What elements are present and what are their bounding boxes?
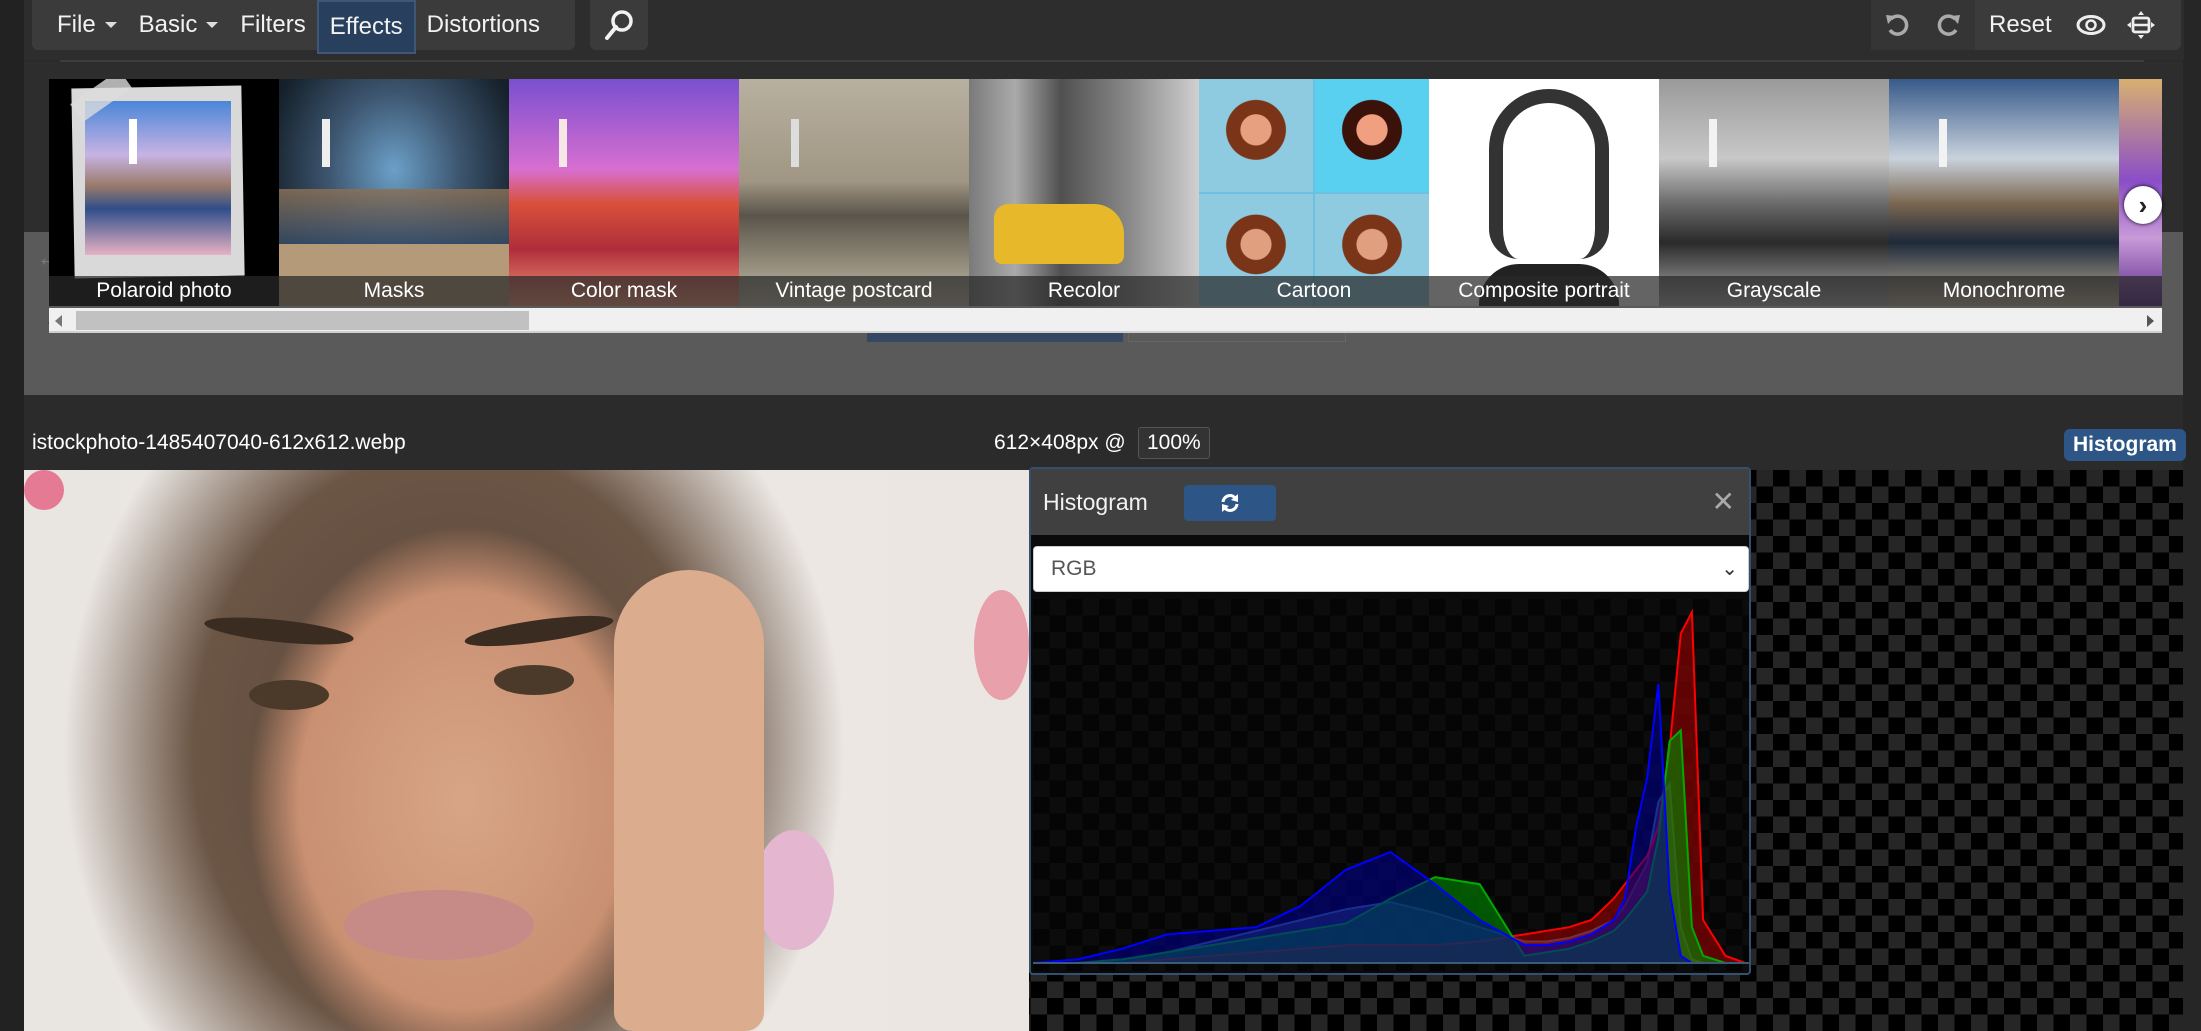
scrollbar-thumb[interactable] [76,311,529,330]
effect-label: Color mask [509,276,739,306]
effect-label: Vintage postcard [739,276,969,306]
undo-button[interactable] [1871,0,1923,50]
image-canvas[interactable]: Histogram ✕ RGB ⌄ [24,467,2183,1031]
effect-vintage-postcard[interactable]: Vintage postcard [739,79,969,306]
file-name: istockphoto-1485407040-612x612.webp [32,431,406,454]
caret-down-icon [104,22,117,28]
photo-feature [203,612,355,650]
histogram-header: Histogram ✕ [1031,469,1749,535]
close-icon[interactable]: ✕ [1712,485,1735,518]
effect-label: Masks [279,276,509,306]
search-button[interactable] [590,0,648,50]
image-info-bar: istockphoto-1485407040-612x612.webp 612×… [24,395,2186,470]
top-toolbar: File Basic Filters Effects Distortions Reset [24,0,2184,62]
right-gutter [2183,0,2201,1031]
menu-basic[interactable]: Basic [128,0,230,50]
menu-label: Filters [240,11,306,38]
effect-label: Composite portrait [1429,276,1659,306]
caret-down-icon [206,22,219,28]
photo-feature [494,665,574,695]
effects-scrollbar[interactable] [49,308,2162,333]
photo-feature [463,609,615,653]
photo-petal [24,470,64,510]
effect-polaroid-photo[interactable]: Polaroid photo [49,79,279,306]
photo-feature [614,570,764,1031]
effect-color-mask[interactable]: Color mask [509,79,739,306]
fit-screen-icon [2126,11,2155,39]
reset-button[interactable]: Reset [1975,0,2066,50]
edited-photo[interactable] [24,470,1029,1031]
preview-button[interactable] [2066,0,2116,50]
effect-recolor[interactable]: Recolor [969,79,1199,306]
photo-petal [754,830,834,950]
histogram-chart [1033,599,1749,971]
menu-filters[interactable]: Filters [229,0,316,50]
histogram-panel: Histogram ✕ RGB ⌄ [1029,467,1751,975]
menu-distortions[interactable]: Distortions [416,0,551,50]
histogram-toggle-button[interactable]: Histogram [2064,429,2186,461]
channel-select-value: RGB [1051,557,1097,580]
effect-composite-portrait[interactable]: Composite portrait [1429,79,1659,306]
effect-label: Grayscale [1659,276,1889,306]
menu-label: Effects [329,13,403,40]
channel-select[interactable]: RGB ⌄ [1033,546,1749,592]
refresh-icon [1221,494,1239,512]
histogram-series-blue [1033,683,1745,964]
histogram-svg [1033,608,1749,964]
effect-label: Monochrome [1889,276,2119,306]
redo-icon [1937,14,1960,36]
scroll-right-arrow-icon[interactable] [2147,315,2154,327]
strip-next-button[interactable]: › [2124,186,2162,224]
menu-file[interactable]: File [46,0,128,50]
chevron-right-icon: › [2138,189,2148,220]
zoom-level[interactable]: 100% [1138,427,1210,459]
menu-effects[interactable]: Effects [316,0,416,54]
menu-label: Basic [138,11,198,38]
histogram-title: Histogram [1043,489,1148,515]
menu-label: File [57,11,96,38]
menu-label: Distortions [426,11,541,38]
menu-bar: File Basic Filters Effects Distortions [32,0,575,54]
left-gutter [0,0,24,1031]
redo-button[interactable] [1923,0,1975,50]
undo-icon [1886,14,1909,36]
effect-cartoon[interactable]: Cartoon [1199,79,1429,306]
histogram-refresh-button[interactable] [1184,485,1276,521]
effect-monochrome[interactable]: Monochrome [1889,79,2119,306]
effect-label: Cartoon [1199,276,1429,306]
history-controls: Reset [1871,0,2181,50]
effects-strip: Polaroid photo Masks Color mask Vintage … [49,79,2162,306]
chevron-down-icon: ⌄ [1721,558,1738,580]
photo-feature [249,680,329,710]
photo-petal [974,590,1029,700]
image-dimensions: 612×408px @ [994,431,1126,454]
eye-icon [2076,15,2106,35]
effect-label: Recolor [969,276,1199,306]
effect-grayscale[interactable]: Grayscale [1659,79,1889,306]
fit-screen-button[interactable] [2116,0,2166,50]
search-icon [605,10,633,40]
effect-label: Polaroid photo [49,276,279,306]
scroll-left-arrow-icon[interactable] [55,315,62,327]
effect-label [2119,276,2162,306]
photo-feature [344,890,534,960]
effect-masks[interactable]: Masks [279,79,509,306]
